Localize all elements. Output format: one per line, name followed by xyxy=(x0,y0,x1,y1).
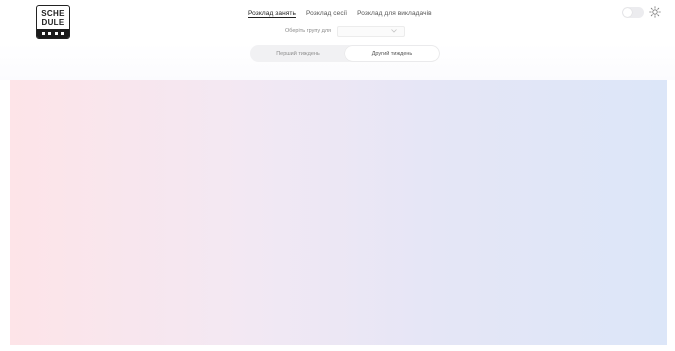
group-select[interactable] xyxy=(337,25,406,37)
logo-text-line-2: DULE xyxy=(41,18,65,27)
logo-text-line-1: SCHE xyxy=(41,9,65,18)
sun-icon[interactable] xyxy=(648,5,662,19)
week-switcher: Перший тиждень Другий тиждень xyxy=(250,45,440,62)
page: SCHE DULE Розклад занять Розклад сесії Р… xyxy=(0,0,675,351)
nav-item-schedule-session[interactable]: Розклад сесії xyxy=(306,10,347,17)
theme-toggle[interactable] xyxy=(622,7,644,18)
group-filter: Оберіть групу для xyxy=(285,25,406,37)
logo-dot xyxy=(48,32,52,35)
schedule-content-panel xyxy=(10,80,667,345)
chevron-down-icon xyxy=(391,28,397,36)
header: SCHE DULE Розклад занять Розклад сесії Р… xyxy=(0,0,675,80)
logo-bar xyxy=(37,29,69,38)
logo-dot xyxy=(41,32,45,35)
nav-item-schedule-teachers[interactable]: Розклад для викладачів xyxy=(357,10,432,17)
logo-dot xyxy=(61,32,65,35)
group-filter-label: Оберіть групу для xyxy=(285,28,332,34)
logo-dot xyxy=(54,32,58,35)
nav-item-schedule-classes[interactable]: Розклад занять xyxy=(248,10,296,17)
main-nav: Розклад занять Розклад сесії Розклад для… xyxy=(248,6,432,20)
schedule-logo[interactable]: SCHE DULE xyxy=(36,5,70,39)
tab-first-week[interactable]: Перший тиждень xyxy=(251,46,345,61)
tab-second-week[interactable]: Другий тиждень xyxy=(345,46,439,61)
toggle-knob xyxy=(623,8,632,17)
